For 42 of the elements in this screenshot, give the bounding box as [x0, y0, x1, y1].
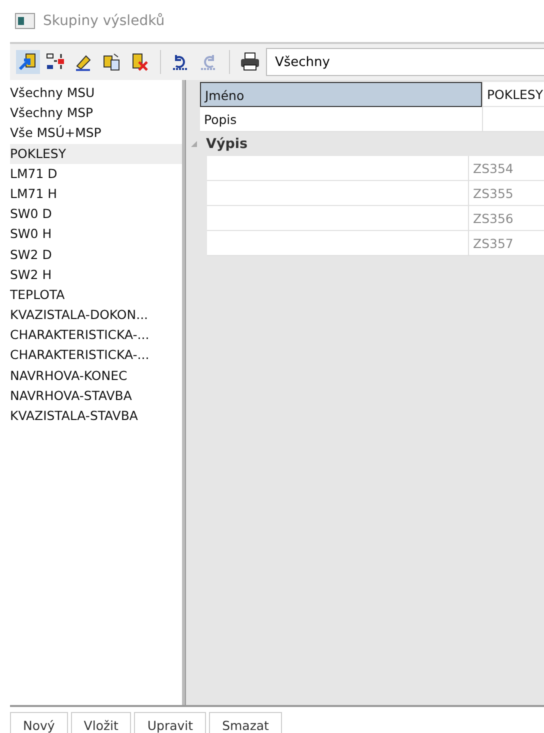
group-item[interactable]: LM71 H [10, 184, 182, 204]
delete-icon [130, 52, 150, 72]
window-title: Skupiny výsledků [43, 13, 165, 29]
move-icon [46, 52, 66, 72]
property-name[interactable]: Jméno [200, 82, 482, 107]
action-button[interactable]: Nový [10, 712, 68, 733]
filter-field[interactable]: Všechny [266, 48, 544, 76]
group-item[interactable]: TEPLOTA [10, 284, 182, 306]
group-item[interactable]: SW0 D [10, 204, 182, 224]
property-name-cell[interactable] [207, 181, 468, 206]
app-icon [15, 13, 35, 29]
group-item[interactable]: SW2 H [10, 264, 182, 285]
property-value[interactable]: POKLESY [482, 82, 544, 107]
group-item[interactable]: SW0 H [10, 224, 182, 244]
property-name-cell[interactable] [207, 231, 468, 256]
category-title: Výpis [206, 136, 248, 152]
property-name[interactable]: Popis [200, 107, 482, 132]
property-value[interactable]: ZS357 [468, 231, 544, 256]
action-button[interactable]: Smazat [209, 712, 282, 733]
property-value[interactable]: ZS356 [468, 206, 544, 231]
group-item[interactable]: CHARAKTERISTICKA-... [10, 325, 182, 346]
group-item[interactable]: Vše MSÚ+MSP [10, 123, 182, 144]
action-button[interactable]: Upravit [134, 712, 206, 733]
property-value[interactable]: ZS355 [468, 181, 544, 206]
group-item[interactable]: LM71 D [10, 164, 182, 184]
print-icon [240, 52, 260, 72]
group-item[interactable]: NAVRHOVA-STAVBA [10, 386, 182, 406]
group-item[interactable]: Všechny MSU [10, 83, 182, 104]
group-item[interactable]: KVAZISTALA-DOKON... [10, 305, 182, 326]
property-name-cell[interactable] [207, 206, 468, 231]
property-name-cell[interactable] [207, 156, 468, 181]
group-item[interactable]: Všechny MSP [10, 103, 182, 124]
group-item[interactable]: NAVRHOVA-KONEC [10, 366, 182, 386]
group-item[interactable]: SW2 D [10, 244, 182, 265]
group-item[interactable]: POKLESY [10, 144, 182, 164]
copy-icon [102, 52, 122, 72]
pick-icon [18, 52, 38, 72]
action-button[interactable]: Vložit [70, 712, 132, 733]
property-value[interactable]: ZS354 [468, 156, 544, 181]
pick-tool-button[interactable] [16, 50, 40, 74]
group-item[interactable]: CHARAKTERISTICKA-... [10, 345, 182, 366]
group-item[interactable]: KVAZISTALA-STAVBA [10, 406, 182, 426]
